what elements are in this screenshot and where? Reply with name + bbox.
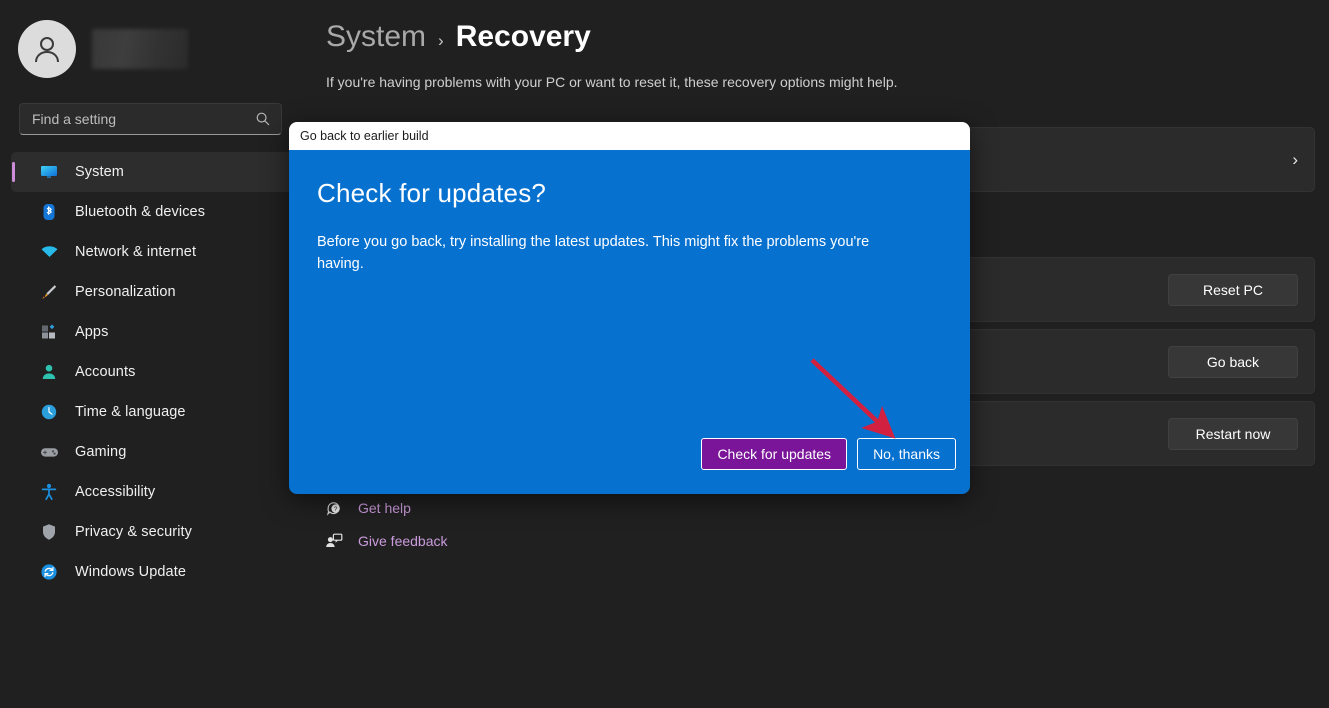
sidebar-item-privacy-security[interactable]: Privacy & security <box>11 512 296 552</box>
accessibility-icon <box>39 482 59 502</box>
restart-now-button[interactable]: Restart now <box>1168 418 1298 450</box>
give-feedback-link[interactable]: Give feedback <box>324 531 448 551</box>
search-icon <box>255 111 271 127</box>
no-thanks-button[interactable]: No, thanks <box>857 438 956 470</box>
sidebar-item-system[interactable]: System <box>11 152 296 192</box>
dialog-titlebar: Go back to earlier build <box>289 122 970 150</box>
sidebar-item-time-language[interactable]: Time & language <box>11 392 296 432</box>
sidebar-item-bluetooth-devices[interactable]: Bluetooth & devices <box>11 192 296 232</box>
sidebar-item-personalization[interactable]: Personalization <box>11 272 296 312</box>
sidebar-item-apps[interactable]: Apps <box>11 312 296 352</box>
get-help-link[interactable]: ? Get help <box>324 498 411 518</box>
dialog-body: Check for updates? Before you go back, t… <box>289 150 970 494</box>
page-title: Recovery <box>456 20 591 54</box>
search-input[interactable] <box>32 111 255 127</box>
monitor-icon <box>39 162 59 182</box>
wifi-icon <box>39 242 59 262</box>
sidebar-item-label: Time & language <box>75 404 186 420</box>
bluetooth-icon <box>39 202 59 222</box>
dialog-title: Go back to earlier build <box>300 129 429 143</box>
sidebar-item-label: Gaming <box>75 444 126 460</box>
shield-icon <box>39 522 59 542</box>
reset-pc-button[interactable]: Reset PC <box>1168 274 1298 306</box>
go-back-dialog: Go back to earlier build Check for updat… <box>289 122 970 494</box>
search-box[interactable] <box>19 103 282 135</box>
person-avatar-icon <box>18 20 76 78</box>
sidebar-item-gaming[interactable]: Gaming <box>11 432 296 472</box>
paintbrush-icon <box>39 282 59 302</box>
sidebar-item-network-internet[interactable]: Network & internet <box>11 232 296 272</box>
update-refresh-icon <box>39 562 59 582</box>
sidebar-item-label: Accounts <box>75 364 135 380</box>
settings-window: System Bluetooth & devices Network <box>0 0 1329 708</box>
sidebar-item-label: Windows Update <box>75 564 186 580</box>
get-help-label: Get help <box>358 500 411 516</box>
apps-grid-icon <box>39 322 59 342</box>
sidebar-item-label: Personalization <box>75 284 176 300</box>
user-profile[interactable] <box>18 20 188 78</box>
breadcrumb-separator-icon: › <box>438 31 444 51</box>
feedback-person-icon <box>324 531 344 551</box>
dialog-heading: Check for updates? <box>317 178 942 209</box>
sidebar-nav: System Bluetooth & devices Network <box>11 152 296 592</box>
chevron-right-icon: › <box>1292 150 1298 170</box>
dialog-message: Before you go back, try installing the l… <box>317 231 895 275</box>
page-subtitle: If you're having problems with your PC o… <box>326 74 898 90</box>
sidebar-item-label: System <box>75 164 124 180</box>
svg-text:?: ? <box>334 506 338 513</box>
gamepad-icon <box>39 442 59 462</box>
breadcrumb: System › Recovery <box>326 20 591 54</box>
sidebar-item-label: Apps <box>75 324 108 340</box>
sidebar-item-label: Bluetooth & devices <box>75 204 205 220</box>
sidebar-item-windows-update[interactable]: Windows Update <box>11 552 296 592</box>
clock-icon <box>39 402 59 422</box>
sidebar-item-accounts[interactable]: Accounts <box>11 352 296 392</box>
username-redacted <box>92 29 188 69</box>
give-feedback-label: Give feedback <box>358 533 448 549</box>
check-for-updates-button[interactable]: Check for updates <box>701 438 847 470</box>
sidebar-item-label: Accessibility <box>75 484 155 500</box>
dialog-button-group: Check for updates No, thanks <box>701 438 956 470</box>
go-back-button[interactable]: Go back <box>1168 346 1298 378</box>
sidebar-item-accessibility[interactable]: Accessibility <box>11 472 296 512</box>
breadcrumb-parent-link[interactable]: System <box>326 20 426 54</box>
help-question-icon: ? <box>324 498 344 518</box>
sidebar: System Bluetooth & devices Network <box>0 0 307 708</box>
person-icon <box>39 362 59 382</box>
sidebar-item-label: Privacy & security <box>75 524 192 540</box>
sidebar-item-label: Network & internet <box>75 244 196 260</box>
